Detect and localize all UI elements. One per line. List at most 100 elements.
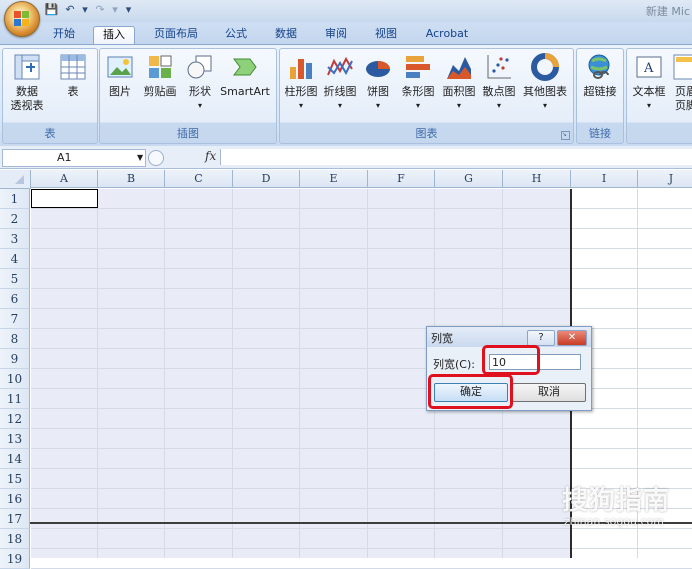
cancel-button[interactable]: 取消 (512, 383, 586, 402)
name-box[interactable]: A1 ▼ (2, 149, 146, 167)
group-text: A 文本框 ▾ 页眉 页脚 (626, 48, 692, 144)
row-header-14[interactable]: 14 (0, 449, 30, 469)
dialog-title: 列宽 (431, 332, 453, 345)
column-header-h[interactable]: H (503, 170, 571, 188)
charts-dialog-launcher-icon[interactable]: ↘ (561, 131, 570, 140)
row-header-5[interactable]: 5 (0, 269, 30, 289)
row-header-16[interactable]: 16 (0, 489, 30, 509)
dialog-title-bar[interactable]: 列宽 ? ✕ (427, 327, 591, 347)
row-header-17[interactable]: 17 (0, 509, 30, 529)
gridline-horizontal (31, 208, 692, 209)
row-header-2[interactable]: 2 (0, 209, 30, 229)
picture-button[interactable]: 图片 (104, 53, 136, 99)
table-button[interactable]: 表 (55, 53, 91, 99)
tab-page-layout[interactable]: 页面布局 (147, 26, 205, 44)
row-header-8[interactable]: 8 (0, 329, 30, 349)
tab-insert[interactable]: 插入 (93, 26, 135, 45)
scatter-chart-button[interactable]: 散点图 ▾ (480, 53, 518, 113)
row-header-13[interactable]: 13 (0, 429, 30, 449)
column-chart-button[interactable]: 柱形图 ▾ (283, 53, 319, 113)
header-footer-icon (672, 53, 692, 81)
clipart-button[interactable]: 剪贴画 (140, 53, 180, 99)
undo-dropdown-icon[interactable]: ▾ (81, 3, 89, 17)
redo-icon[interactable]: ↷ (93, 3, 108, 17)
tab-data[interactable]: 数据 (268, 26, 304, 44)
column-header-e[interactable]: E (300, 170, 368, 188)
gridline-horizontal (31, 348, 692, 349)
tab-view[interactable]: 视图 (368, 26, 404, 44)
gridline-horizontal (31, 388, 692, 389)
customize-qat-icon[interactable]: ▾ (123, 3, 135, 17)
tab-home[interactable]: 开始 (44, 26, 84, 44)
header-footer-button[interactable]: 页眉 页脚 (671, 53, 692, 113)
formula-input[interactable] (220, 149, 692, 165)
row-header-9[interactable]: 9 (0, 349, 30, 369)
help-button[interactable]: ? (527, 330, 555, 346)
other-charts-dropdown-icon: ▾ (542, 101, 547, 110)
active-cell-a1[interactable] (31, 189, 98, 208)
row-header-18[interactable]: 18 (0, 529, 30, 549)
gridline-horizontal (31, 528, 692, 529)
column-header-g[interactable]: G (435, 170, 503, 188)
area-chart-dropdown-icon: ▾ (456, 101, 461, 110)
picture-label: 图片 (109, 85, 131, 98)
gridline-horizontal (31, 368, 692, 369)
office-button[interactable] (4, 1, 40, 37)
row-header-12[interactable]: 12 (0, 409, 30, 429)
pivot-table-label-2: 透视表 (10, 99, 44, 112)
hyperlink-button[interactable]: 超链接 (579, 53, 621, 99)
pie-chart-button[interactable]: 饼图 ▾ (363, 53, 393, 113)
pivot-table-icon (13, 53, 41, 81)
textbox-button[interactable]: A 文本框 ▾ (629, 53, 669, 113)
gridline-horizontal (31, 548, 692, 549)
shapes-label: 形状 (189, 85, 211, 98)
group-charts: 柱形图 ▾ 折线图 ▾ 饼图 ▾ 条形图 ▾ 面积图 ▾ 散点图 ▾ 其他图表 … (279, 48, 574, 144)
undo-icon[interactable]: ↶ (63, 3, 78, 17)
row-header-10[interactable]: 10 (0, 369, 30, 389)
column-header-a[interactable]: A (31, 170, 98, 188)
other-charts-button[interactable]: 其他图表 ▾ (520, 53, 570, 113)
row-header-1[interactable]: 1 (0, 189, 30, 209)
select-all-corner[interactable] (0, 170, 31, 189)
row-header-4[interactable]: 4 (0, 249, 30, 269)
bar-chart-button[interactable]: 条形图 ▾ (399, 53, 437, 113)
svg-text:A: A (643, 61, 654, 76)
row-header-19[interactable]: 19 (0, 549, 30, 569)
bar-chart-dropdown-icon: ▾ (415, 101, 420, 110)
close-button[interactable]: ✕ (557, 330, 587, 346)
tab-formulas[interactable]: 公式 (218, 26, 254, 44)
column-header-b[interactable]: B (98, 170, 165, 188)
area-chart-button[interactable]: 面积图 ▾ (440, 53, 478, 113)
column-header-j[interactable]: J (638, 170, 692, 188)
row-header-11[interactable]: 11 (0, 389, 30, 409)
clipart-label: 剪贴画 (143, 85, 177, 98)
row-header-7[interactable]: 7 (0, 309, 30, 329)
pivot-table-button[interactable]: 数据 透视表 (7, 53, 47, 113)
row-header-6[interactable]: 6 (0, 289, 30, 309)
formula-expand-icon[interactable] (148, 150, 164, 166)
name-box-value: A1 (57, 151, 72, 164)
save-icon[interactable]: 💾 (44, 3, 59, 17)
name-box-dropdown-icon[interactable]: ▼ (137, 150, 143, 166)
watermark-text: 搜狗指南 (561, 486, 670, 516)
column-header-f[interactable]: F (368, 170, 435, 188)
redo-dropdown-icon[interactable]: ▾ (111, 3, 119, 17)
insert-function-icon[interactable]: fx (205, 149, 216, 163)
gridline-vertical (299, 189, 300, 558)
pie-chart-icon (364, 53, 392, 81)
gridline-vertical (367, 189, 368, 558)
shapes-button[interactable]: 形状 ▾ (184, 53, 216, 113)
column-header-d[interactable]: D (233, 170, 300, 188)
row-header-15[interactable]: 15 (0, 469, 30, 489)
tab-review[interactable]: 审阅 (318, 26, 354, 44)
column-header-c[interactable]: C (165, 170, 233, 188)
gridline-horizontal (31, 448, 692, 449)
smartart-button[interactable]: SmartArt (218, 53, 272, 99)
column-header-i[interactable]: I (571, 170, 638, 188)
column-chart-icon (287, 53, 315, 81)
gridline-vertical (232, 189, 233, 558)
line-chart-button[interactable]: 折线图 ▾ (321, 53, 359, 113)
shapes-icon (186, 53, 214, 81)
tab-acrobat[interactable]: Acrobat (418, 26, 476, 44)
row-header-3[interactable]: 3 (0, 229, 30, 249)
